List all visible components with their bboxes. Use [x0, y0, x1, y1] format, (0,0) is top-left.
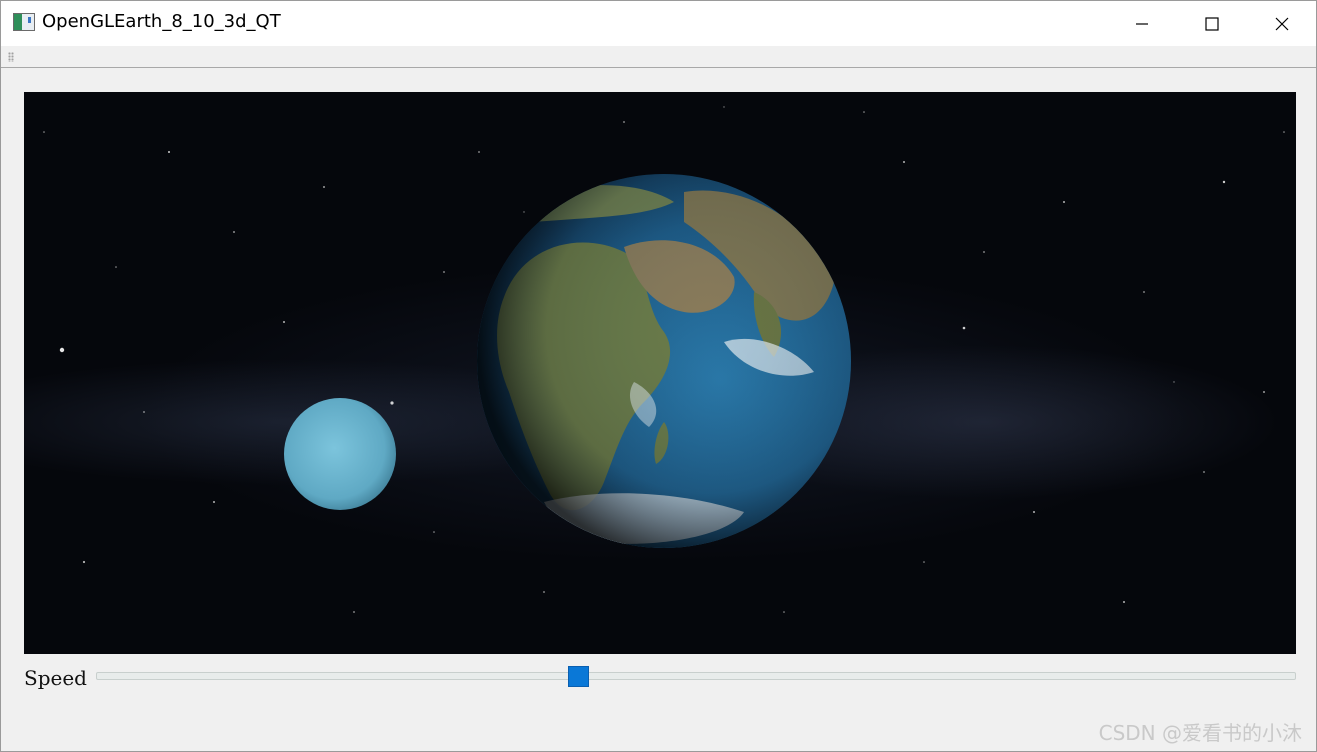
speed-slider-track[interactable] [96, 672, 1296, 680]
window-title: OpenGLEarth_8_10_3d_QT [42, 11, 281, 32]
toolbar-strip [1, 46, 1316, 68]
minimize-button[interactable] [1107, 1, 1177, 46]
opengl-viewport[interactable] [24, 92, 1296, 654]
watermark-text: CSDN @爱看书的小沐 [1098, 721, 1302, 745]
app-icon [13, 13, 35, 31]
maximize-icon [1205, 16, 1219, 31]
close-icon [1275, 17, 1289, 30]
space-scene [43, 106, 1285, 613]
toolbar-grip-icon[interactable] [8, 52, 14, 62]
speed-label: Speed [24, 666, 87, 690]
speed-slider-handle[interactable] [567, 666, 589, 687]
minimize-icon [1136, 22, 1148, 25]
title-bar[interactable]: OpenGLEarth_8_10_3d_QT [1, 1, 1316, 46]
maximize-button[interactable] [1177, 1, 1247, 46]
earth-globe [477, 174, 851, 548]
app-window: OpenGLEarth_8_10_3d_QT Speed CSDN @爱看书的小… [0, 0, 1317, 752]
uranus-planet [284, 398, 396, 510]
close-button[interactable] [1247, 1, 1317, 46]
